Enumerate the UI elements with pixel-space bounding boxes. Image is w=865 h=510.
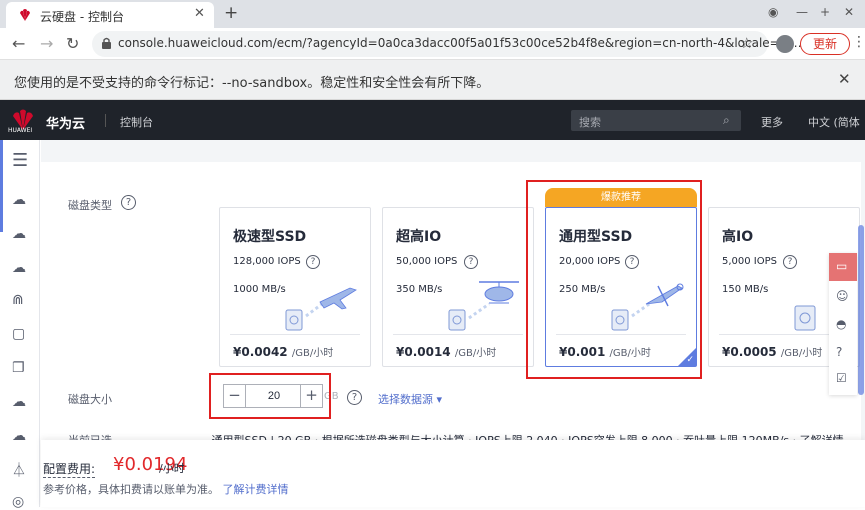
search-placeholder: 搜索 (579, 116, 601, 129)
card-price: ¥0.0014 /GB/小时 (396, 344, 496, 359)
billing-details-link[interactable]: 了解计费详情 (223, 483, 289, 496)
card-iops: 5,000 IOPS (722, 256, 778, 267)
page-scrollbar[interactable] (858, 225, 864, 395)
hamburger-menu-icon[interactable]: ☰ (12, 150, 28, 171)
window-close-icon[interactable]: ✕ (844, 5, 854, 19)
profile-avatar[interactable] (776, 35, 794, 53)
logo-text: HUAWEI (8, 127, 33, 134)
header-divider (105, 114, 106, 127)
card-price-unit: /GB/小时 (291, 348, 334, 359)
disk-type-label: 磁盘类型 (68, 199, 112, 212)
maximize-icon[interactable]: + (820, 5, 830, 19)
floating-toolbar: ▭ ☺ ◓ ? ☑ (829, 253, 857, 395)
new-tab-icon[interactable]: + (224, 3, 238, 23)
annotation-highlight-card (526, 180, 702, 379)
unsupported-flag-infobar: 您使用的是不受支持的命令行标记：--no-sandbox。稳定性和安全性会有所下… (0, 60, 865, 100)
tab-title: 云硬盘 - 控制台 (40, 10, 124, 24)
card-price-value: ¥0.0005 (722, 345, 777, 359)
card-throughput: 350 MB/s (396, 284, 443, 295)
card-iops: 128,000 IOPS (233, 256, 301, 267)
minimize-icon[interactable]: — (796, 5, 808, 19)
url-text: console.huaweicloud.com/ecm/?agencyId=0a… (118, 36, 806, 50)
language-selector[interactable]: 中文 (简体 (808, 114, 860, 130)
card-title: 极速型SSD (233, 229, 307, 245)
card-price: ¥0.0005 /GB/小时 (722, 344, 822, 359)
annotation-highlight-stepper (209, 373, 331, 419)
card-price-unit: /GB/小时 (780, 348, 823, 359)
cloud-server-icon[interactable]: ☁ (12, 192, 26, 208)
jet-plane-illustration-icon (285, 287, 357, 331)
console-header: HUAWEI 华为云 控制台 搜索 ⌕ 更多 中文 (简体 (0, 100, 865, 140)
deploy-icon[interactable]: ⏃ (12, 460, 26, 480)
reference-note-text: 参考价格，具体扣费请以账单为准。 (43, 483, 219, 496)
brand-name[interactable]: 华为云 (46, 113, 85, 132)
tab-search-icon[interactable]: ◉ (768, 5, 778, 19)
lock-icon (102, 37, 111, 49)
address-bar[interactable]: console.huaweicloud.com/ecm/?agencyId=0a… (92, 31, 806, 57)
helicopter-illustration-icon (448, 281, 519, 331)
config-fee-label: 配置费用: (43, 462, 96, 478)
network-icon[interactable]: ⋒ (12, 292, 24, 308)
package-icon[interactable]: ◎ (12, 494, 24, 510)
disk-size-label: 磁盘大小 (68, 393, 112, 406)
disk-size-help-icon[interactable]: ? (347, 390, 362, 405)
rail-active-indicator (0, 140, 3, 232)
menu-kebab-icon[interactable]: ⋮ (852, 34, 865, 50)
select-data-source-link[interactable]: 选择数据源 ▾ (378, 391, 442, 407)
cloud-database-icon[interactable]: ☁ (12, 394, 26, 410)
card-price-value: ¥0.0042 (233, 345, 288, 359)
smile-icon[interactable]: ☺ (836, 289, 849, 303)
card-price: ¥0.0042 /GB/小时 (233, 344, 333, 359)
iops-help-icon[interactable]: ? (306, 255, 320, 269)
price-footer: 配置费用: ¥0.0194 /小时 参考价格，具体扣费请以账单为准。 了解计费详… (41, 440, 865, 507)
disk-type-card-ultra-io[interactable]: 超高IO 50,000 IOPS ? 350 MB/s ¥0.0014 /GB/… (382, 207, 534, 367)
card-title: 超高IO (396, 229, 442, 245)
update-button[interactable]: 更新 (800, 33, 850, 55)
checklist-icon[interactable]: ☑ (836, 371, 847, 385)
feedback-button[interactable]: ▭ (829, 253, 857, 281)
storage-icon[interactable]: ▢ (12, 326, 25, 342)
browser-tab[interactable]: 云硬盘 - 控制台 ✕ (6, 2, 214, 28)
huawei-favicon-icon (20, 9, 30, 21)
forward-icon[interactable]: → (40, 34, 53, 53)
iops-help-icon[interactable]: ? (783, 255, 797, 269)
card-divider (393, 334, 523, 335)
tab-close-icon[interactable]: ✕ (194, 6, 205, 21)
disk-type-help-icon[interactable]: ? (121, 195, 136, 210)
card-price-value: ¥0.0014 (396, 345, 451, 359)
infobar-message: 您使用的是不受支持的命令行标记：--no-sandbox。稳定性和安全性会有所下… (14, 76, 490, 91)
help-circle-icon[interactable]: ? (836, 345, 842, 359)
backup-icon[interactable]: ❐ (12, 360, 25, 376)
card-title: 高IO (722, 229, 754, 245)
disk-type-card-extreme-ssd[interactable]: 极速型SSD 128,000 IOPS ? 1000 MB/s ¥0.0042 … (219, 207, 371, 367)
infobar-close-icon[interactable]: ✕ (838, 70, 851, 88)
card-throughput: 1000 MB/s (233, 284, 286, 295)
chat-icon: ▭ (836, 259, 848, 273)
console-home-link[interactable]: 控制台 (120, 114, 153, 130)
back-icon[interactable]: ← (12, 34, 25, 53)
browser-tab-bar: 云硬盘 - 控制台 ✕ + ◉ — + ✕ (0, 0, 865, 28)
headset-icon[interactable]: ◓ (836, 317, 846, 331)
reload-icon[interactable]: ↻ (66, 34, 79, 53)
card-iops: 50,000 IOPS (396, 256, 458, 267)
browser-toolbar: ← → ↻ console.huaweicloud.com/ecm/?agenc… (0, 28, 865, 60)
service-rail: ☰ ☁ ☁ ☁ ⋒ ▢ ❐ ☁ ☁ ⏃ ◎ (0, 140, 40, 510)
cloud-chat-icon[interactable]: ☁ (12, 226, 26, 242)
config-fee-unit: /小时 (159, 462, 185, 475)
header-search-input[interactable]: 搜索 ⌕ (571, 110, 741, 131)
cloud-disk-icon[interactable]: ☁ (12, 260, 26, 276)
search-icon[interactable]: ⌕ (723, 113, 730, 128)
card-divider (230, 334, 360, 335)
card-throughput: 150 MB/s (722, 284, 769, 295)
more-menu[interactable]: 更多 (761, 114, 783, 130)
bookmark-star-icon[interactable]: ☆ (740, 34, 753, 52)
cloud-monitor-icon[interactable]: ☁ (12, 428, 26, 444)
reference-price-note: 参考价格，具体扣费请以账单为准。 了解计费详情 (43, 481, 289, 497)
card-price-unit: /GB/小时 (454, 348, 497, 359)
iops-help-icon[interactable]: ? (464, 255, 478, 269)
data-source-link-text: 选择数据源 (378, 393, 433, 406)
